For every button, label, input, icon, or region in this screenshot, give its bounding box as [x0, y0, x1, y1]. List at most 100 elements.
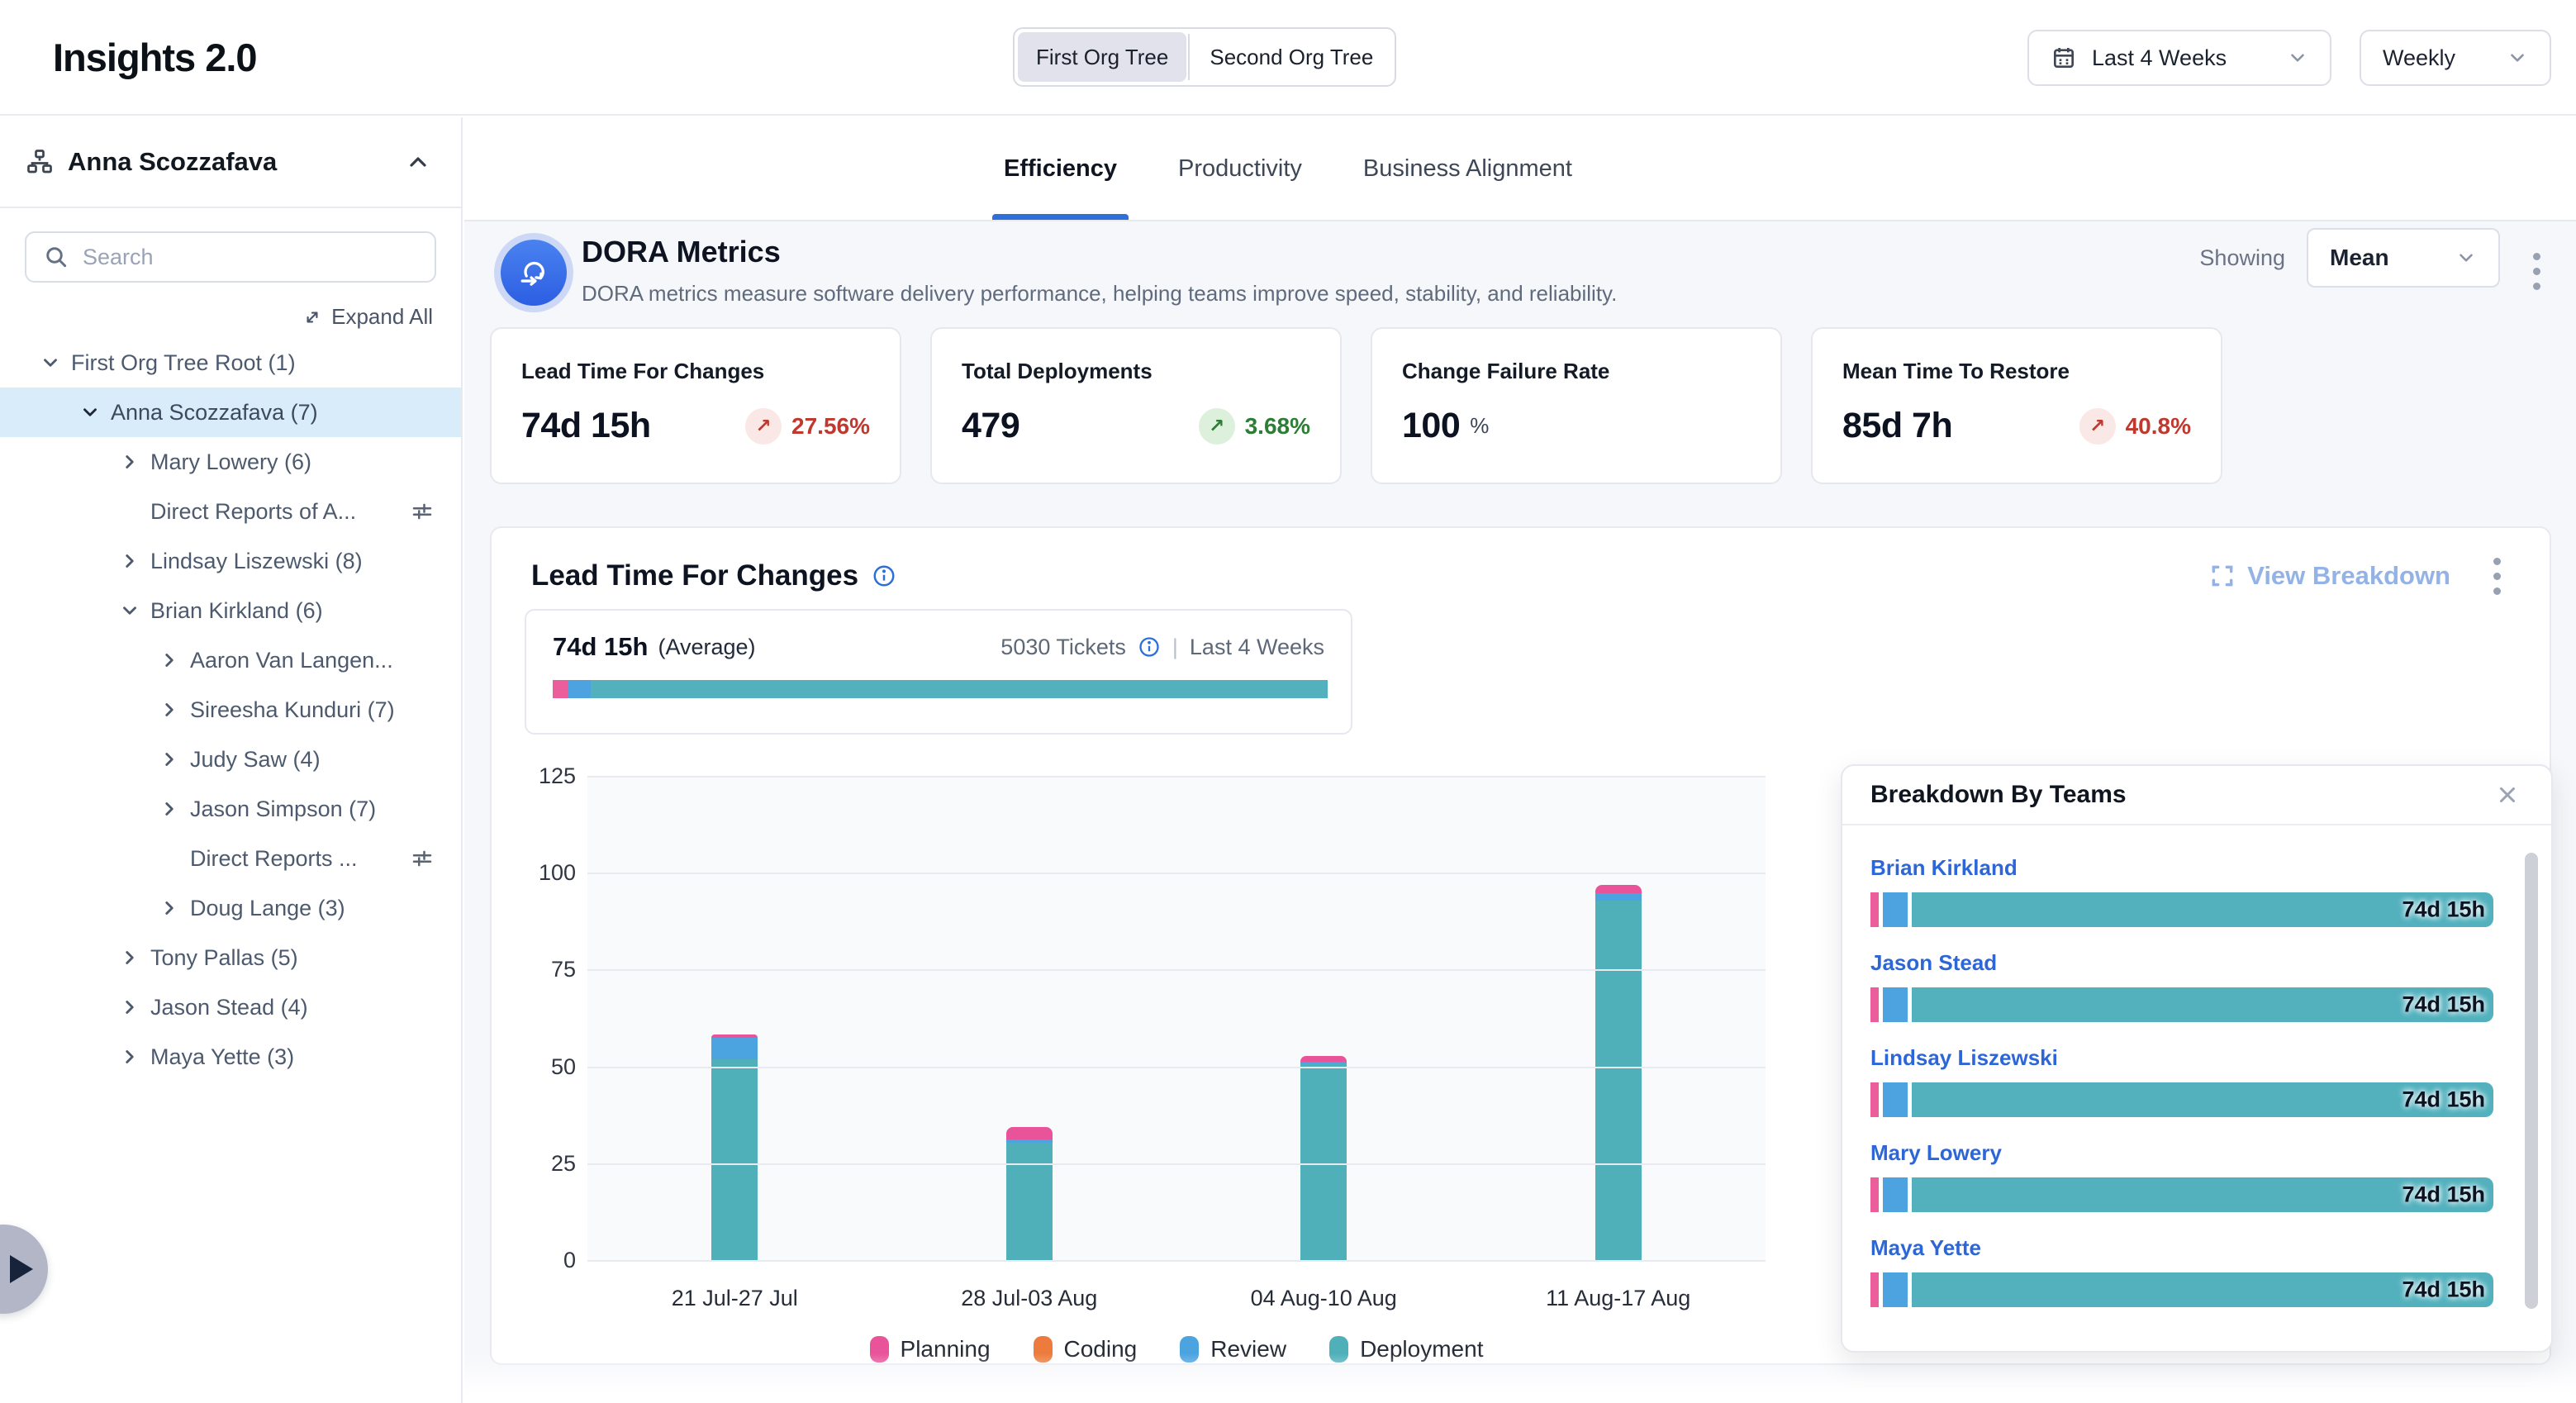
search-icon [43, 244, 69, 270]
team-name-link[interactable]: Maya Yette [1870, 1235, 1981, 1261]
sidebar-item-brian-kirkland-6[interactable]: Brian Kirkland (6) [0, 586, 461, 635]
tree-item-label: Judy Saw (4) [190, 747, 321, 773]
sidebar-header: Anna Scozzafava [0, 117, 461, 208]
metric-card-change-failure-rate: Change Failure Rate 100% [1371, 327, 1782, 484]
showing-select[interactable]: Mean [2307, 228, 2500, 288]
tab-productivity[interactable]: Productivity [1173, 117, 1307, 220]
metric-card-value: 74d 15h [521, 406, 651, 446]
team-bar-deployment: 74d 15h [1912, 987, 2493, 1022]
org-tree-toggle-option-first-org-tree[interactable]: First Org Tree [1018, 32, 1186, 82]
tab-efficiency[interactable]: Efficiency [999, 117, 1122, 220]
org-tree: First Org Tree Root (1)Anna Scozzafava (… [0, 338, 461, 1082]
summary-bar-review [568, 680, 591, 698]
y-axis-tick-label: 125 [492, 763, 576, 789]
metric-card-trend-badge: ↗27.56% [745, 408, 870, 445]
y-axis-tick-label: 50 [492, 1054, 576, 1080]
sidebar-item-direct-reports[interactable]: Direct Reports ... [0, 834, 461, 883]
sidebar-item-direct-reports-of-a[interactable]: Direct Reports of A... [0, 487, 461, 536]
metric-card-delta: 27.56% [791, 413, 870, 440]
tree-item-label: Aaron Van Langen... [190, 648, 393, 673]
tickets-count: 5030 Tickets [1000, 635, 1126, 660]
info-icon[interactable] [1138, 635, 1161, 659]
filter-icon[interactable] [410, 846, 435, 871]
team-bar-value: 74d 15h [2402, 992, 2485, 1018]
team-row-brian-kirkland: Brian Kirkland 74d 15h [1870, 855, 2493, 927]
search-box [25, 231, 436, 283]
chevron-down-icon [2507, 47, 2528, 69]
panel-scrollbar-thumb[interactable] [2525, 853, 2538, 1309]
sidebar-item-tony-pallas-5[interactable]: Tony Pallas (5) [0, 933, 461, 982]
sidebar-item-anna-scozzafava-7[interactable]: Anna Scozzafava (7) [0, 388, 461, 437]
org-tree-toggle: First Org TreeSecond Org Tree [1013, 27, 1396, 87]
date-range-select[interactable]: Last 4 Weeks [2027, 30, 2331, 86]
metric-card-title: Lead Time For Changes [521, 359, 870, 384]
sidebar-item-aaron-van-langen[interactable]: Aaron Van Langen... [0, 635, 461, 685]
team-name-link[interactable]: Jason Stead [1870, 950, 1997, 976]
close-icon[interactable] [2492, 779, 2523, 811]
x-axis-label: 04 Aug-10 Aug [1176, 1286, 1471, 1311]
bar-segment-deployment [1300, 1063, 1347, 1261]
chevron-down-icon[interactable] [119, 600, 150, 621]
granularity-select[interactable]: Weekly [2360, 30, 2551, 86]
chevron-right-icon[interactable] [119, 451, 150, 473]
team-name-link[interactable]: Mary Lowery [1870, 1140, 2002, 1166]
chevron-right-icon[interactable] [159, 897, 190, 919]
chevron-right-icon[interactable] [119, 996, 150, 1018]
sidebar-item-jason-stead-4[interactable]: Jason Stead (4) [0, 982, 461, 1032]
dora-menu-button[interactable] [2520, 241, 2553, 301]
view-breakdown-button[interactable]: View Breakdown [2209, 561, 2450, 591]
filter-icon[interactable] [410, 499, 435, 524]
tab-business-alignment[interactable]: Business Alignment [1358, 117, 1577, 220]
sidebar-item-mary-lowery-6[interactable]: Mary Lowery (6) [0, 437, 461, 487]
x-axis-label: 21 Jul-27 Jul [587, 1286, 882, 1311]
sidebar-item-jason-simpson-7[interactable]: Jason Simpson (7) [0, 784, 461, 834]
chevron-right-icon[interactable] [159, 649, 190, 671]
chevron-right-icon[interactable] [119, 947, 150, 968]
chevron-right-icon[interactable] [119, 550, 150, 572]
lead-time-card-header: Lead Time For Changes [531, 556, 2513, 596]
chevron-right-icon[interactable] [159, 699, 190, 721]
chevron-right-icon[interactable] [119, 1046, 150, 1068]
metric-card-value: 100 [1402, 406, 1460, 446]
expand-corners-icon [2209, 563, 2236, 589]
metric-cards: Lead Time For Changes 74d 15h ↗27.56% Total… [464, 327, 2576, 484]
sidebar-item-lindsay-liszewski-8[interactable]: Lindsay Liszewski (8) [0, 536, 461, 586]
breakdown-panel: Breakdown By Teams Brian Kirkland74d 15h… [1841, 764, 2553, 1353]
legend-swatch-deployment [1329, 1336, 1348, 1363]
y-axis-tick-label: 25 [492, 1151, 576, 1177]
sidebar-item-sireesha-kunduri-7[interactable]: Sireesha Kunduri (7) [0, 685, 461, 735]
lead-time-menu-button[interactable] [2480, 556, 2513, 596]
metric-card-lead-time-for-changes: Lead Time For Changes 74d 15h ↗27.56% [490, 327, 901, 484]
sidebar-collapse-button[interactable] [400, 144, 436, 180]
chevron-down-icon[interactable] [40, 352, 71, 373]
legend-label: Review [1210, 1336, 1286, 1363]
sidebar-item-first-org-tree-root-1[interactable]: First Org Tree Root (1) [0, 338, 461, 388]
chevron-down-icon[interactable] [79, 402, 111, 423]
team-name-link[interactable]: Lindsay Liszewski [1870, 1045, 2058, 1071]
team-bar-value: 74d 15h [2402, 897, 2485, 923]
metric-card-value-row: 100% [1402, 406, 1751, 446]
chart-legend: PlanningCodingReviewDeployment [587, 1336, 1766, 1363]
metric-card-title: Total Deployments [962, 359, 1310, 384]
sidebar-item-maya-yette-3[interactable]: Maya Yette (3) [0, 1032, 461, 1082]
tree-item-label: Mary Lowery (6) [150, 449, 311, 475]
info-icon[interactable] [872, 564, 896, 588]
sidebar-item-judy-saw-4[interactable]: Judy Saw (4) [0, 735, 461, 784]
sidebar-user-name: Anna Scozzafava [68, 147, 400, 177]
expand-all-button[interactable]: Expand All [302, 304, 433, 330]
chart-bar-slot [587, 777, 882, 1261]
team-bar-planning [1870, 892, 1879, 927]
tree-item-label: Maya Yette (3) [150, 1044, 294, 1070]
org-tree-toggle-option-second-org-tree[interactable]: Second Org Tree [1191, 32, 1391, 82]
sidebar-item-doug-lange-3[interactable]: Doug Lange (3) [0, 883, 461, 933]
gridline [587, 776, 1766, 778]
bar-segment-deployment [1595, 901, 1642, 1261]
chevron-right-icon[interactable] [159, 798, 190, 820]
expand-all-label: Expand All [331, 304, 433, 330]
search-input[interactable] [83, 245, 418, 270]
metric-card-title: Change Failure Rate [1402, 359, 1751, 384]
team-name-link[interactable]: Brian Kirkland [1870, 855, 2018, 881]
insights-app: Insights 2.0 First Org TreeSecond Org Tr… [0, 0, 2576, 1403]
chevron-right-icon[interactable] [159, 749, 190, 770]
y-axis-tick-label: 100 [492, 860, 576, 886]
